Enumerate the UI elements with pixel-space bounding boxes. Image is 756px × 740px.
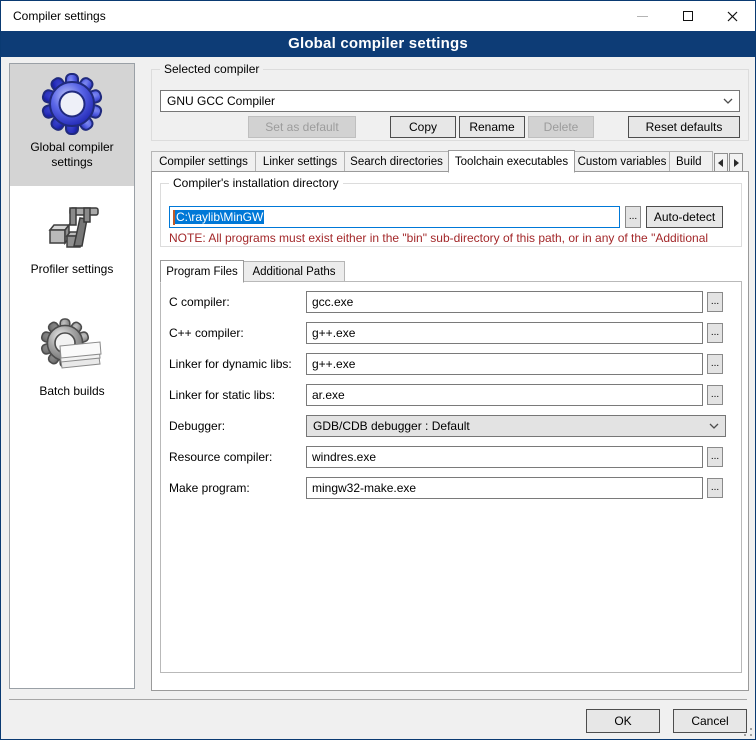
close-button[interactable] (710, 1, 755, 31)
arrow-left-icon (718, 159, 724, 167)
static-linker-input[interactable] (306, 384, 703, 406)
form-row-cpp-compiler: C++ compiler: ... (169, 322, 733, 344)
resource-compiler-browse-button[interactable]: ... (707, 447, 723, 467)
tab-additional-paths[interactable]: Additional Paths (243, 261, 345, 282)
tab-linker-settings[interactable]: Linker settings (255, 151, 345, 172)
installation-directory-group: Compiler's installation directory C:\ray… (160, 183, 742, 247)
set-as-default-button[interactable]: Set as default (248, 116, 356, 138)
form-row-debugger: Debugger: GDB/CDB debugger : Default (169, 415, 733, 437)
tab-toolchain-executables[interactable]: Toolchain executables (448, 150, 575, 173)
maximize-icon (683, 11, 693, 21)
tab-scroll-left-button[interactable] (714, 153, 728, 172)
make-program-input[interactable] (306, 477, 703, 499)
debugger-label: Debugger: (169, 419, 306, 433)
selected-compiler-group: Selected compiler GNU GCC Compiler Set a… (151, 69, 749, 141)
form-row-dynamic-linker: Linker for dynamic libs: ... (169, 353, 733, 375)
auto-detect-button[interactable]: Auto-detect (646, 206, 723, 228)
sidebar-item-profiler-settings[interactable]: Profiler settings (10, 186, 134, 308)
dynamic-linker-input[interactable] (306, 353, 703, 375)
tab-build-clipped[interactable]: Build (669, 151, 713, 172)
sidebar-item-label: Profiler settings (31, 262, 114, 277)
installation-directory-value: C:\raylib\MinGW (175, 210, 264, 224)
delete-button[interactable]: Delete (528, 116, 594, 138)
cancel-button[interactable]: Cancel (673, 709, 747, 733)
c-compiler-label: C compiler: (169, 295, 306, 309)
tab-compiler-settings[interactable]: Compiler settings (151, 151, 256, 172)
cpp-compiler-browse-button[interactable]: ... (707, 323, 723, 343)
minimize-button[interactable] (620, 1, 665, 31)
tab-search-directories[interactable]: Search directories (344, 151, 449, 172)
sidebar-item-global-compiler-settings[interactable]: Global compiler settings (10, 64, 134, 186)
form-row-resource-compiler: Resource compiler: ... (169, 446, 733, 468)
tab-custom-variables[interactable]: Custom variables (574, 151, 670, 172)
caliper-icon (40, 194, 104, 258)
static-linker-browse-button[interactable]: ... (707, 385, 723, 405)
c-compiler-browse-button[interactable]: ... (707, 292, 723, 312)
page-title: Global compiler settings (1, 31, 755, 57)
footer-divider (9, 699, 747, 700)
installation-note: NOTE: All programs must exist either in … (169, 231, 739, 245)
blue-gear-icon (40, 72, 104, 136)
resize-grip[interactable] (744, 728, 752, 736)
tab-program-files[interactable]: Program Files (160, 260, 244, 283)
sidebar-item-label: Global compiler settings (10, 140, 134, 170)
selected-compiler-legend: Selected compiler (160, 62, 263, 76)
ok-button[interactable]: OK (586, 709, 660, 733)
compiler-settings-dialog: Compiler settings Global compiler settin… (0, 0, 756, 740)
installation-directory-browse-button[interactable]: ... (625, 206, 641, 228)
make-program-label: Make program: (169, 481, 306, 495)
window-title: Compiler settings (1, 9, 106, 23)
arrow-right-icon (733, 159, 739, 167)
tab-scroll-right-button[interactable] (729, 153, 743, 172)
static-linker-label: Linker for static libs: (169, 388, 306, 402)
reset-defaults-button[interactable]: Reset defaults (628, 116, 740, 138)
make-program-browse-button[interactable]: ... (707, 478, 723, 498)
copy-button[interactable]: Copy (390, 116, 456, 138)
toolchain-executables-page: Compiler's installation directory C:\ray… (151, 171, 749, 691)
minimize-icon (637, 16, 648, 17)
resource-compiler-label: Resource compiler: (169, 450, 306, 464)
debugger-select[interactable]: GDB/CDB debugger : Default (306, 415, 726, 437)
installation-directory-legend: Compiler's installation directory (169, 176, 343, 190)
c-compiler-input[interactable] (306, 291, 703, 313)
cpp-compiler-label: C++ compiler: (169, 326, 306, 340)
chevron-down-icon (709, 423, 719, 429)
gray-gear-papers-icon (40, 316, 104, 380)
compiler-select-value: GNU GCC Compiler (167, 94, 275, 108)
rename-button[interactable]: Rename (459, 116, 525, 138)
sidebar-item-batch-builds[interactable]: Batch builds (10, 308, 134, 430)
installation-directory-input[interactable]: C:\raylib\MinGW (169, 206, 620, 228)
chevron-down-icon (723, 98, 733, 104)
maximize-button[interactable] (665, 1, 710, 31)
dynamic-linker-label: Linker for dynamic libs: (169, 357, 306, 371)
form-row-c-compiler: C compiler: ... (169, 291, 733, 313)
form-row-make-program: Make program: ... (169, 477, 733, 499)
titlebar[interactable]: Compiler settings (1, 1, 755, 31)
dynamic-linker-browse-button[interactable]: ... (707, 354, 723, 374)
compiler-select[interactable]: GNU GCC Compiler (160, 90, 740, 112)
debugger-select-value: GDB/CDB debugger : Default (313, 419, 470, 433)
resource-compiler-input[interactable] (306, 446, 703, 468)
close-icon (727, 11, 738, 22)
cpp-compiler-input[interactable] (306, 322, 703, 344)
main-panel: Selected compiler GNU GCC Compiler Set a… (151, 57, 749, 697)
sidebar-item-label: Batch builds (39, 384, 104, 399)
program-files-page: C compiler: ... C++ compiler: ... Linker… (160, 281, 742, 673)
paths-tabstrip: Program Files Additional Paths (160, 259, 344, 282)
form-row-static-linker: Linker for static libs: ... (169, 384, 733, 406)
settings-tabstrip: Compiler settings Linker settings Search… (151, 149, 749, 172)
settings-category-list: Global compiler settings Prof (9, 63, 135, 689)
